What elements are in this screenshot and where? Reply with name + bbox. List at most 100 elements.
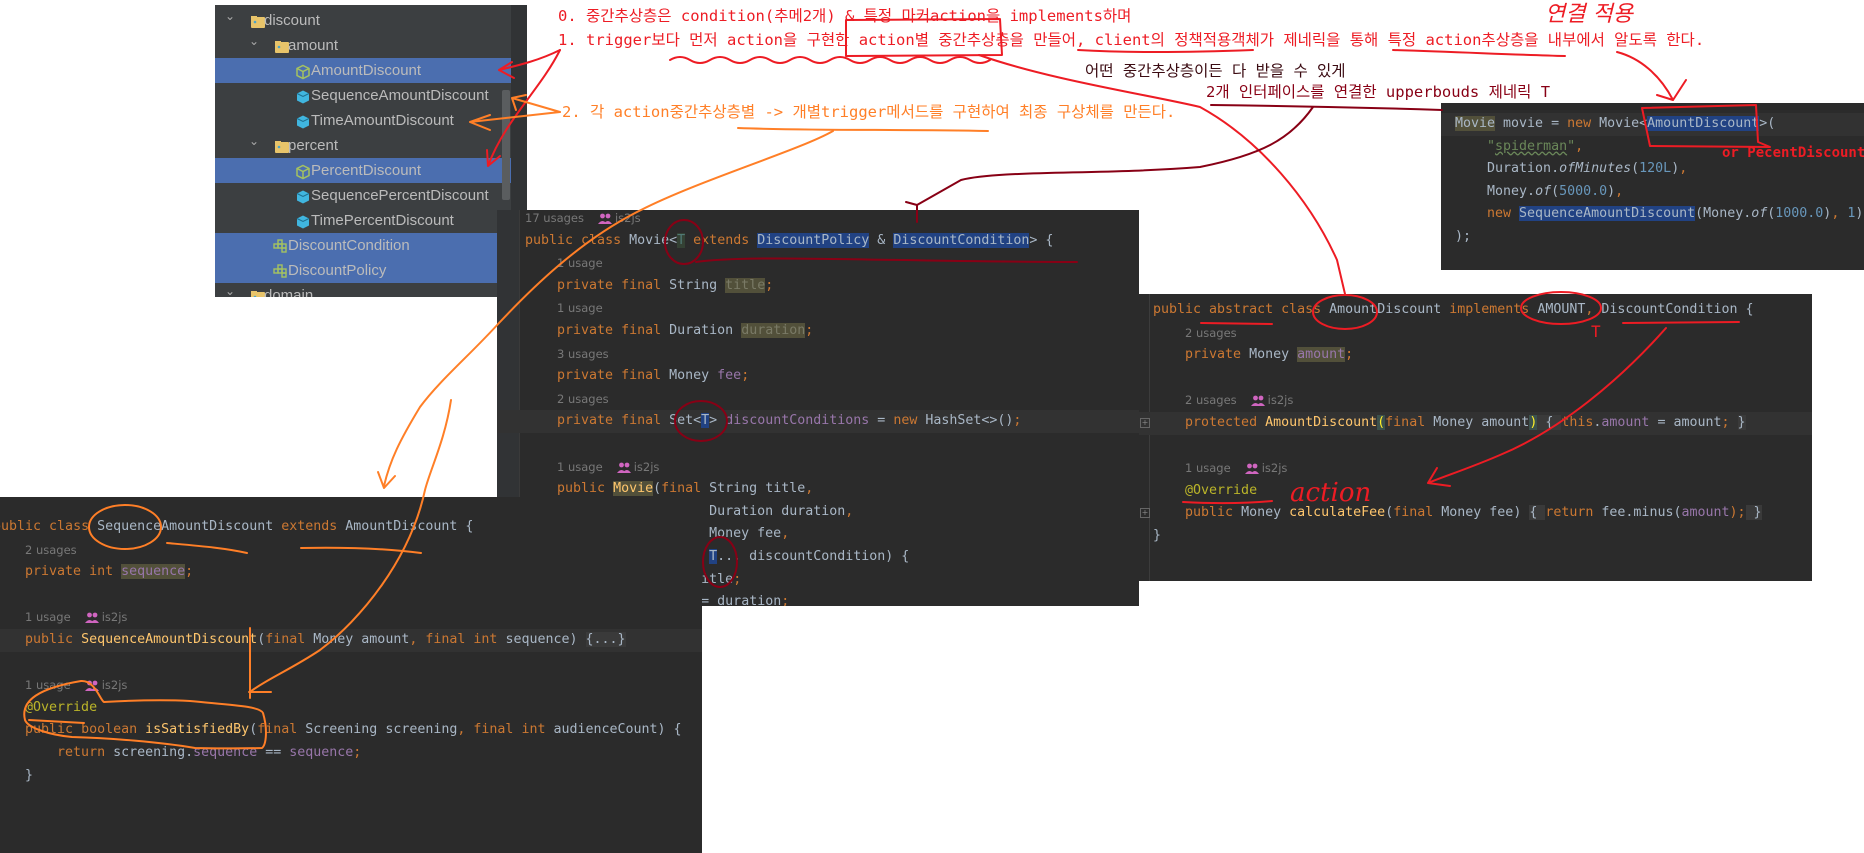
- code-token: );: [1455, 229, 1472, 244]
- tree-item-percentdiscount[interactable]: PercentDiscount: [215, 158, 511, 183]
- tree-item-label: domain: [264, 287, 314, 297]
- tree-item-timepercentdiscount[interactable]: TimePercentDiscount: [215, 208, 511, 233]
- tree-scrollbar[interactable]: [502, 90, 510, 200]
- code-token: private: [525, 368, 622, 384]
- usages-count[interactable]: 1 usage: [557, 256, 603, 270]
- code-line: private final Set<T> discountConditions …: [497, 410, 1139, 433]
- code-token: Movie<: [629, 232, 678, 248]
- usages-count[interactable]: 17 usages: [525, 211, 584, 225]
- code-token: private: [525, 413, 622, 429]
- code-token: ;: [185, 564, 194, 580]
- code-token: T: [709, 549, 718, 564]
- code-line: private int sequence;: [0, 561, 702, 584]
- code-token: =: [869, 413, 894, 429]
- usages-count[interactable]: 1 usage: [557, 460, 603, 474]
- tree-item-discountcondition[interactable]: DiscountCondition: [215, 233, 511, 258]
- abstract-class-icon: [295, 63, 311, 80]
- chevron-down-icon[interactable]: ⌄: [224, 279, 236, 297]
- usages-count[interactable]: 1 usage: [1185, 461, 1231, 475]
- code-token: amount: [1297, 347, 1346, 363]
- code-token: Movie: [613, 481, 654, 497]
- author-hint[interactable]: is2js: [597, 211, 641, 225]
- code-token: Money.: [1455, 183, 1536, 199]
- chevron-down-icon[interactable]: ⌄: [248, 129, 260, 154]
- code-token: sequence: [505, 632, 570, 647]
- code-token: new: [893, 413, 926, 429]
- code-token: Money: [669, 368, 718, 384]
- tree-item-label: percent: [288, 137, 339, 154]
- fold-icon[interactable]: +: [1140, 508, 1150, 518]
- tree-item-percent[interactable]: ⌄ percent: [215, 133, 511, 158]
- usage-hint-line: 1 usage is2js: [497, 456, 1139, 479]
- author-name: is2js: [633, 459, 660, 474]
- author-hint[interactable]: is2js: [1250, 393, 1293, 407]
- code-token: ;: [765, 277, 774, 293]
- code-line: @Override: [1139, 480, 1812, 503]
- code-token: class: [581, 232, 630, 248]
- author-hint[interactable]: is2js: [84, 610, 128, 625]
- tree-item-label: TimePercentDiscount: [311, 212, 454, 229]
- code-token: Money: [1241, 505, 1290, 521]
- code-token: abstract: [1209, 302, 1282, 317]
- usage-hint-line: 1 usage is2js: [1139, 457, 1812, 480]
- code-line: private final String title;: [497, 275, 1139, 298]
- code-token: ,: [1831, 206, 1848, 222]
- code-token: (: [1551, 183, 1560, 199]
- usages-count[interactable]: 1 usage: [557, 301, 603, 315]
- tree-item-sequenceamountdiscount[interactable]: SequenceAmountDiscount: [215, 83, 511, 108]
- code-token: {: [1537, 415, 1562, 430]
- code-token: (: [653, 481, 662, 497]
- code-line: public boolean isSatisfiedBy(final Scree…: [0, 719, 702, 742]
- annotation-note-2: 2. 각 action중간추상층별 -> 개별trigger메서드를 구현하여 …: [562, 103, 1176, 121]
- red-wavy-underline: [669, 56, 991, 64]
- code-token: AmountDiscount: [1329, 302, 1450, 317]
- usages-count[interactable]: 2 usages: [1185, 393, 1237, 407]
- usages-count[interactable]: 1 usage: [25, 678, 71, 692]
- code-token: new: [1455, 206, 1520, 222]
- chevron-down-icon[interactable]: ⌄: [248, 29, 260, 54]
- author-name: is2js: [101, 610, 128, 625]
- code-token: ;: [733, 571, 742, 587]
- chevron-down-icon[interactable]: ⌄: [224, 5, 236, 29]
- usages-count[interactable]: 3 usages: [557, 347, 609, 361]
- author-hint[interactable]: is2js: [1244, 461, 1287, 475]
- code-token: ": [1455, 138, 1496, 154]
- code-token: public: [1153, 505, 1242, 521]
- tree-item-discountpolicy[interactable]: DiscountPolicy: [215, 258, 511, 283]
- code-token: ,: [1575, 138, 1584, 154]
- dark-red-arrow-to-movie: [905, 106, 1314, 223]
- tree-item-amount[interactable]: ⌄ amount: [215, 33, 511, 58]
- usages-count[interactable]: 2 usages: [25, 543, 77, 557]
- tree-item-sequencepercentdiscount[interactable]: SequencePercentDiscount: [215, 183, 511, 208]
- code-line: public class Movie<T extends DiscountPol…: [497, 230, 1139, 253]
- usages-count[interactable]: 2 usages: [557, 392, 609, 406]
- tree-item-domain[interactable]: ⌄ domain: [215, 283, 511, 297]
- annotation-or-percent: or PecentDiscount: [1722, 145, 1864, 161]
- code-line: private Money amount;: [1139, 344, 1812, 367]
- code-line: return screening.sequence == sequence;: [0, 742, 702, 765]
- class-icon: [295, 213, 311, 229]
- code-token: ,: [845, 503, 854, 519]
- code-token: discountConditions: [725, 413, 870, 429]
- code-area[interactable]: Movie movie = new Movie<AmountDiscount>(…: [1441, 103, 1864, 270]
- tree-item-amountdiscount[interactable]: AmountDiscount: [215, 58, 511, 83]
- code-token: int: [89, 564, 122, 580]
- code-token: public: [525, 481, 614, 497]
- code-token: movie =: [1495, 116, 1568, 131]
- fold-icon[interactable]: +: [1140, 418, 1150, 428]
- code-token: spiderman: [1495, 138, 1568, 154]
- code-token: sequence: [193, 745, 258, 760]
- author-hint[interactable]: is2js: [84, 678, 127, 692]
- code-area[interactable]: public class SequenceAmountDiscount exte…: [0, 497, 702, 853]
- code-token: amount: [1681, 505, 1730, 521]
- usages-count[interactable]: 2 usages: [1185, 326, 1237, 340]
- people-icon: [1250, 395, 1265, 407]
- code-token: fee: [1489, 505, 1514, 521]
- code-area[interactable]: public abstract class AmountDiscount imp…: [1139, 294, 1812, 581]
- people-icon: [84, 612, 99, 624]
- author-hint[interactable]: is2js: [616, 459, 660, 474]
- code-token: ,: [457, 722, 474, 738]
- usages-count[interactable]: 1 usage: [25, 610, 71, 624]
- code-token: Set<: [669, 413, 702, 429]
